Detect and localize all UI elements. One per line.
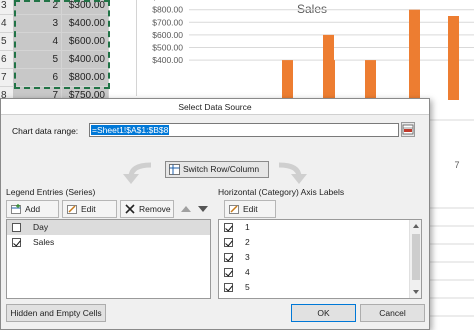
move-up-button[interactable] <box>178 200 194 218</box>
chart-title: Sales <box>297 2 327 16</box>
hidden-empty-cells-button[interactable]: Hidden and Empty Cells <box>6 304 106 322</box>
cell-day[interactable]: 3 <box>14 15 62 33</box>
edit-axis-labels-button[interactable]: Edit <box>224 200 276 218</box>
edit-icon <box>67 205 77 214</box>
edit-series-button[interactable]: Edit <box>62 200 117 218</box>
remove-icon <box>125 204 135 214</box>
remove-series-button[interactable]: Remove <box>120 200 174 218</box>
scroll-down-icon[interactable] <box>410 286 422 298</box>
chart-data-range-label: Chart data range: <box>12 126 79 136</box>
y-tick-label: $900.00 <box>152 0 183 2</box>
series-item[interactable]: Day <box>7 220 210 235</box>
add-label: Add <box>25 204 41 214</box>
axis-edit-label: Edit <box>243 204 258 214</box>
y-tick-label: $600.00 <box>152 30 183 40</box>
axis-label-checkbox[interactable] <box>224 238 233 247</box>
bar-5[interactable] <box>365 60 376 100</box>
cell-sales[interactable]: $400.00 <box>62 51 109 69</box>
chart-data-range-input[interactable]: =Sheet1!$A$1:$B$8 <box>89 123 399 137</box>
row-number[interactable]: 6 <box>0 51 14 69</box>
axis-label-checkbox[interactable] <box>224 283 233 292</box>
sales-chart[interactable]: Sales $900.00 $800.00 $700.00 $600.00 $500.0… <box>137 0 474 100</box>
x-axis-label-7: 7 <box>454 160 459 170</box>
legend-toolbar: Add Edit Remove <box>6 200 211 218</box>
series-checkbox[interactable] <box>12 238 21 247</box>
cell-day[interactable]: 6 <box>14 69 62 87</box>
move-down-button[interactable] <box>195 200 211 218</box>
axis-label-text: 3 <box>245 252 250 262</box>
switch-row-column-button[interactable]: Switch Row/Column <box>165 161 269 178</box>
legend-entries-list: Day Sales <box>6 219 211 299</box>
bar-7[interactable] <box>448 16 459 100</box>
cell-sales[interactable]: $300.00 <box>62 0 109 15</box>
axis-label-text: 5 <box>245 282 250 292</box>
excel-window: 3 2 $300.00 4 3 $400.00 5 4 $600.00 6 5 $400.00 7 6 $8… <box>0 0 474 330</box>
cell-sales[interactable]: $800.00 <box>62 69 109 87</box>
triangle-down-icon <box>198 206 208 212</box>
bar-2[interactable] <box>282 60 293 100</box>
cell-day[interactable]: 2 <box>14 0 62 15</box>
axis-label-item[interactable]: 1 <box>219 220 421 235</box>
switch-row-column-label: Switch Row/Column <box>183 164 260 174</box>
arrow-left-icon <box>123 162 152 184</box>
remove-label: Remove <box>139 204 171 214</box>
y-tick-label: $500.00 <box>152 43 183 53</box>
y-tick-label: $800.00 <box>152 5 183 15</box>
ok-button[interactable]: OK <box>291 304 356 322</box>
axis-labels-list: 1 2 3 4 5 <box>218 219 422 299</box>
y-tick-label: $400.00 <box>152 55 183 65</box>
switch-row-column-icon <box>169 164 180 175</box>
series-label: Day <box>33 222 49 232</box>
axis-labels-title: Horizontal (Category) Axis Labels <box>218 187 345 197</box>
row-number[interactable]: 3 <box>0 0 14 15</box>
series-label: Sales <box>33 237 55 247</box>
axis-label-text: 2 <box>245 237 250 247</box>
series-checkbox[interactable] <box>12 223 21 232</box>
column-c <box>109 0 137 96</box>
range-picker-icon <box>402 124 414 135</box>
axis-label-checkbox[interactable] <box>224 253 233 262</box>
cell-day[interactable]: 5 <box>14 51 62 69</box>
y-tick-label: $700.00 <box>152 17 183 27</box>
axis-label-item[interactable]: 4 <box>219 265 421 280</box>
triangle-up-icon <box>181 206 191 212</box>
axis-label-text: 4 <box>245 267 250 277</box>
axis-list-scrollbar[interactable] <box>409 220 421 298</box>
cell-day[interactable]: 4 <box>14 33 62 51</box>
bar-6[interactable] <box>409 9 420 100</box>
dialog-title: Select Data Source <box>1 99 429 115</box>
series-item[interactable]: Sales <box>7 235 210 250</box>
axis-label-item[interactable]: 5 <box>219 280 421 295</box>
axis-label-item[interactable]: 3 <box>219 250 421 265</box>
bar-4[interactable] <box>323 34 334 100</box>
axis-label-checkbox[interactable] <box>224 268 233 277</box>
row-number[interactable]: 5 <box>0 33 14 51</box>
legend-entries-title: Legend Entries (Series) <box>6 187 96 197</box>
scroll-up-icon[interactable] <box>410 220 422 232</box>
edit-icon <box>229 205 239 214</box>
row-number[interactable]: 7 <box>0 69 14 87</box>
select-data-source-dialog: Select Data Source Chart data range: =Sh… <box>0 98 430 330</box>
axis-label-item[interactable]: 2 <box>219 235 421 250</box>
axis-toolbar: Edit <box>218 200 422 218</box>
axis-label-text: 1 <box>245 222 250 232</box>
chart-data-range-value: =Sheet1!$A$1:$B$8 <box>91 125 170 135</box>
collapse-dialog-button[interactable] <box>401 122 415 137</box>
cell-sales[interactable]: $400.00 <box>62 15 109 33</box>
add-series-button[interactable]: Add <box>6 200 59 218</box>
scrollbar-thumb[interactable] <box>412 234 420 280</box>
chart-area-lower: 7 <box>430 100 474 330</box>
axis-label-checkbox[interactable] <box>224 223 233 232</box>
row-number[interactable]: 4 <box>0 15 14 33</box>
edit-label: Edit <box>81 204 96 214</box>
cell-sales[interactable]: $600.00 <box>62 33 109 51</box>
cancel-button[interactable]: Cancel <box>360 304 425 322</box>
arrow-right-icon <box>278 162 307 184</box>
add-icon <box>11 204 21 214</box>
